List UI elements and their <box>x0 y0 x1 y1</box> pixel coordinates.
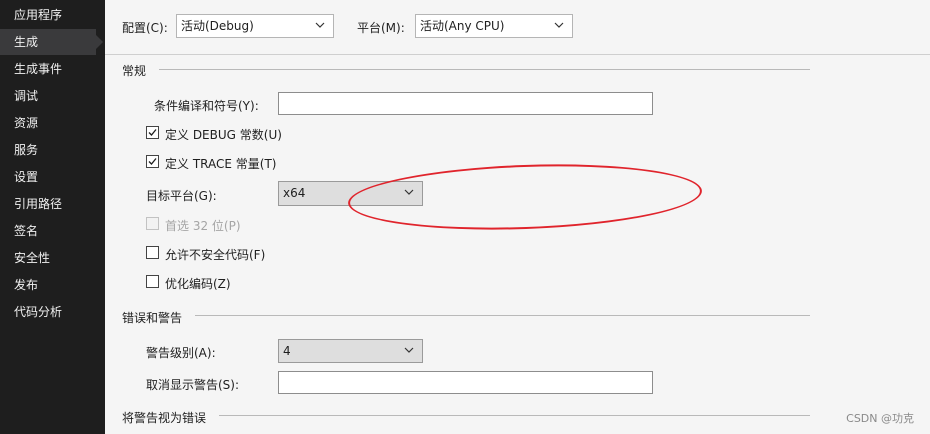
suppress-warnings-input[interactable] <box>278 371 653 394</box>
errors-section-divider <box>195 315 810 316</box>
warning-level-value: 4 <box>283 344 291 358</box>
suppress-warnings-label: 取消显示警告(S): <box>146 378 240 392</box>
define-trace-label: 定义 TRACE 常量(T) <box>165 157 277 171</box>
sidebar-item-debug[interactable]: 调试 <box>0 83 105 109</box>
target-platform-label: 目标平台(G): <box>146 189 217 203</box>
optimize-code-label: 优化编码(Z) <box>165 277 231 291</box>
platform-value: 活动(Any CPU) <box>420 19 505 33</box>
warning-level-label: 警告级别(A): <box>146 346 216 360</box>
sidebar-item-application[interactable]: 应用程序 <box>0 2 105 28</box>
treat-warnings-section-title: 将警告视为错误 <box>122 411 207 425</box>
warning-level-select[interactable]: 4 <box>278 339 423 363</box>
sidebar-item-publish[interactable]: 发布 <box>0 272 105 298</box>
platform-select[interactable]: 活动(Any CPU) <box>415 14 573 38</box>
define-debug-checkbox[interactable] <box>146 126 159 139</box>
errors-section-title: 错误和警告 <box>122 311 183 325</box>
annotation-highlight-ellipse <box>346 158 704 236</box>
define-trace-checkbox[interactable] <box>146 155 159 168</box>
sidebar: 应用程序 生成 生成事件 调试 资源 服务 设置 引用路径 签名 安全性 发布 … <box>0 0 105 434</box>
sidebar-item-build[interactable]: 生成 <box>0 29 103 55</box>
chevron-down-icon <box>315 22 325 28</box>
chevron-down-icon <box>404 347 414 353</box>
allow-unsafe-label: 允许不安全代码(F) <box>165 248 266 262</box>
watermark-text: CSDN @功克 <box>846 412 914 425</box>
checkmark-icon <box>148 129 157 136</box>
allow-unsafe-checkbox[interactable] <box>146 246 159 259</box>
general-section-divider <box>159 69 810 70</box>
config-select[interactable]: 活动(Debug) <box>176 14 334 38</box>
platform-label: 平台(M): <box>357 21 405 35</box>
sidebar-item-code-analysis[interactable]: 代码分析 <box>0 299 105 325</box>
optimize-code-checkbox[interactable] <box>146 275 159 288</box>
config-toolbar: 配置(C): 活动(Debug) 平台(M): 活动(Any CPU) <box>105 0 930 54</box>
define-debug-label: 定义 DEBUG 常数(U) <box>165 128 282 142</box>
target-platform-value: x64 <box>283 186 306 200</box>
build-settings-pane: 配置(C): 活动(Debug) 平台(M): 活动(Any CPU) 常规 条… <box>105 0 930 434</box>
config-value: 活动(Debug) <box>181 19 254 33</box>
sidebar-item-settings[interactable]: 设置 <box>0 164 105 190</box>
conditional-symbols-label: 条件编译和符号(Y): <box>154 99 259 113</box>
sidebar-item-resources[interactable]: 资源 <box>0 110 105 136</box>
general-section-title: 常规 <box>122 64 147 78</box>
config-label: 配置(C): <box>122 21 168 35</box>
conditional-symbols-input[interactable] <box>278 92 653 115</box>
sidebar-item-reference-paths[interactable]: 引用路径 <box>0 191 105 217</box>
chevron-down-icon <box>554 22 564 28</box>
sidebar-item-services[interactable]: 服务 <box>0 137 105 163</box>
treat-warnings-section-divider <box>219 415 810 416</box>
prefer-32bit-label: 首选 32 位(P) <box>165 219 241 233</box>
sidebar-item-security[interactable]: 安全性 <box>0 245 105 271</box>
sidebar-item-build-events[interactable]: 生成事件 <box>0 56 105 82</box>
prefer-32bit-checkbox <box>146 217 159 230</box>
toolbar-divider <box>105 54 930 55</box>
checkmark-icon <box>148 158 157 165</box>
sidebar-item-signing[interactable]: 签名 <box>0 218 105 244</box>
